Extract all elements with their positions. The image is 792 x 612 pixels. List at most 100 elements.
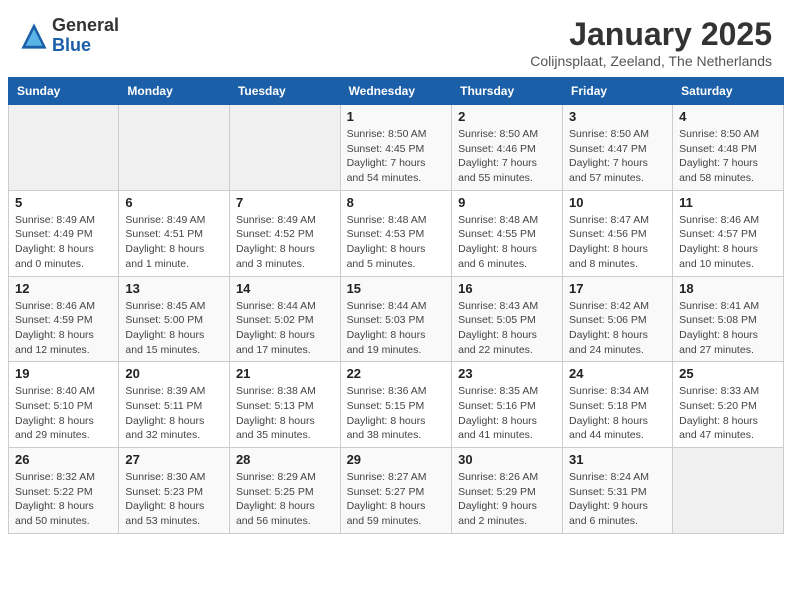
day-info: Sunrise: 8:44 AM Sunset: 5:03 PM Dayligh… [347, 299, 446, 358]
calendar-cell: 29 Sunrise: 8:27 AM Sunset: 5:27 PM Dayli… [340, 448, 452, 534]
day-info: Sunrise: 8:27 AM Sunset: 5:27 PM Dayligh… [347, 470, 446, 529]
day-info: Sunrise: 8:29 AM Sunset: 5:25 PM Dayligh… [236, 470, 334, 529]
calendar-week-row: 19 Sunrise: 8:40 AM Sunset: 5:10 PM Dayli… [9, 362, 784, 448]
day-number: 16 [458, 281, 556, 296]
calendar-cell [119, 105, 230, 191]
day-info: Sunrise: 8:50 AM Sunset: 4:48 PM Dayligh… [679, 127, 777, 186]
day-number: 28 [236, 452, 334, 467]
day-number: 20 [125, 366, 223, 381]
calendar-cell: 7Sunrise: 8:49 AM Sunset: 4:52 PM Daylig… [229, 190, 340, 276]
calendar-cell: 16 Sunrise: 8:43 AM Sunset: 5:05 PM Dayli… [452, 276, 563, 362]
calendar-cell: 5 Sunrise: 8:49 AM Sunset: 4:49 PM Daylig… [9, 190, 119, 276]
day-info: Sunrise: 8:34 AM Sunset: 5:18 PM Dayligh… [569, 384, 666, 443]
calendar-cell: 13 Sunrise: 8:45 AM Sunset: 5:00 PM Dayli… [119, 276, 230, 362]
day-number: 10 [569, 195, 666, 210]
calendar-cell: 20Sunrise: 8:39 AM Sunset: 5:11 PM Dayli… [119, 362, 230, 448]
day-info: Sunrise: 8:24 AM Sunset: 5:31 PM Dayligh… [569, 470, 666, 529]
logo-general-text: General [52, 16, 119, 36]
day-info: Sunrise: 8:46 AM Sunset: 4:57 PM Dayligh… [679, 213, 777, 272]
day-number: 8 [347, 195, 446, 210]
calendar-cell: 8 Sunrise: 8:48 AM Sunset: 4:53 PM Daylig… [340, 190, 452, 276]
day-info: Sunrise: 8:49 AM Sunset: 4:49 PM Dayligh… [15, 213, 112, 272]
day-number: 30 [458, 452, 556, 467]
day-info: Sunrise: 8:33 AM Sunset: 5:20 PM Dayligh… [679, 384, 777, 443]
day-number: 9 [458, 195, 556, 210]
day-info: Sunrise: 8:40 AM Sunset: 5:10 PM Dayligh… [15, 384, 112, 443]
day-number: 22 [347, 366, 446, 381]
day-number: 6 [125, 195, 223, 210]
day-number: 4 [679, 109, 777, 124]
weekday-header-sunday: Sunday [9, 78, 119, 105]
day-info: Sunrise: 8:50 AM Sunset: 4:47 PM Dayligh… [569, 127, 666, 186]
day-info: Sunrise: 8:38 AM Sunset: 5:13 PM Dayligh… [236, 384, 334, 443]
day-info: Sunrise: 8:45 AM Sunset: 5:00 PM Dayligh… [125, 299, 223, 358]
calendar-cell: 21 Sunrise: 8:38 AM Sunset: 5:13 PM Dayli… [229, 362, 340, 448]
day-number: 5 [15, 195, 112, 210]
day-info: Sunrise: 8:46 AM Sunset: 4:59 PM Dayligh… [15, 299, 112, 358]
title-block: January 2025 Colijnsplaat, Zeeland, The … [530, 16, 772, 69]
calendar-cell [673, 448, 784, 534]
day-number: 26 [15, 452, 112, 467]
calendar-table: SundayMondayTuesdayWednesdayThursdayFrid… [8, 77, 784, 534]
page-header: General Blue January 2025 Colijnsplaat, … [0, 0, 792, 77]
day-info: Sunrise: 8:48 AM Sunset: 4:55 PM Dayligh… [458, 213, 556, 272]
calendar-cell: 1 Sunrise: 8:50 AM Sunset: 4:45 PM Daylig… [340, 105, 452, 191]
day-number: 1 [347, 109, 446, 124]
day-info: Sunrise: 8:48 AM Sunset: 4:53 PM Dayligh… [347, 213, 446, 272]
calendar-cell: 3 Sunrise: 8:50 AM Sunset: 4:47 PM Daylig… [563, 105, 673, 191]
day-number: 19 [15, 366, 112, 381]
calendar-cell: 12Sunrise: 8:46 AM Sunset: 4:59 PM Dayli… [9, 276, 119, 362]
day-info: Sunrise: 8:30 AM Sunset: 5:23 PM Dayligh… [125, 470, 223, 529]
day-info: Sunrise: 8:49 AM Sunset: 4:51 PM Dayligh… [125, 213, 223, 272]
day-info: Sunrise: 8:26 AM Sunset: 5:29 PM Dayligh… [458, 470, 556, 529]
weekday-header-thursday: Thursday [452, 78, 563, 105]
day-number: 7 [236, 195, 334, 210]
calendar-header: SundayMondayTuesdayWednesdayThursdayFrid… [9, 78, 784, 105]
calendar-week-row: 12Sunrise: 8:46 AM Sunset: 4:59 PM Dayli… [9, 276, 784, 362]
day-number: 24 [569, 366, 666, 381]
day-number: 27 [125, 452, 223, 467]
calendar-cell: 4 Sunrise: 8:50 AM Sunset: 4:48 PM Daylig… [673, 105, 784, 191]
day-number: 2 [458, 109, 556, 124]
calendar-cell: 10 Sunrise: 8:47 AM Sunset: 4:56 PM Dayli… [563, 190, 673, 276]
day-info: Sunrise: 8:35 AM Sunset: 5:16 PM Dayligh… [458, 384, 556, 443]
calendar-cell: 28 Sunrise: 8:29 AM Sunset: 5:25 PM Dayli… [229, 448, 340, 534]
logo-blue-text: Blue [52, 36, 119, 56]
day-number: 21 [236, 366, 334, 381]
day-number: 15 [347, 281, 446, 296]
calendar-cell: 14Sunrise: 8:44 AM Sunset: 5:02 PM Dayli… [229, 276, 340, 362]
day-number: 18 [679, 281, 777, 296]
day-info: Sunrise: 8:43 AM Sunset: 5:05 PM Dayligh… [458, 299, 556, 358]
logo-icon [20, 22, 48, 50]
weekday-header-row: SundayMondayTuesdayWednesdayThursdayFrid… [9, 78, 784, 105]
weekday-header-monday: Monday [119, 78, 230, 105]
calendar-cell: 22Sunrise: 8:36 AM Sunset: 5:15 PM Dayli… [340, 362, 452, 448]
calendar-cell [229, 105, 340, 191]
calendar-cell: 9 Sunrise: 8:48 AM Sunset: 4:55 PM Daylig… [452, 190, 563, 276]
logo: General Blue [20, 16, 119, 56]
calendar-cell: 15 Sunrise: 8:44 AM Sunset: 5:03 PM Dayli… [340, 276, 452, 362]
day-number: 31 [569, 452, 666, 467]
calendar-cell [9, 105, 119, 191]
day-number: 3 [569, 109, 666, 124]
calendar-cell: 2 Sunrise: 8:50 AM Sunset: 4:46 PM Daylig… [452, 105, 563, 191]
calendar-container: SundayMondayTuesdayWednesdayThursdayFrid… [0, 77, 792, 542]
weekday-header-wednesday: Wednesday [340, 78, 452, 105]
day-info: Sunrise: 8:50 AM Sunset: 4:46 PM Dayligh… [458, 127, 556, 186]
calendar-week-row: 5 Sunrise: 8:49 AM Sunset: 4:49 PM Daylig… [9, 190, 784, 276]
weekday-header-friday: Friday [563, 78, 673, 105]
calendar-cell: 25Sunrise: 8:33 AM Sunset: 5:20 PM Dayli… [673, 362, 784, 448]
day-info: Sunrise: 8:32 AM Sunset: 5:22 PM Dayligh… [15, 470, 112, 529]
calendar-week-row: 1 Sunrise: 8:50 AM Sunset: 4:45 PM Daylig… [9, 105, 784, 191]
day-number: 11 [679, 195, 777, 210]
calendar-subtitle: Colijnsplaat, Zeeland, The Netherlands [530, 53, 772, 69]
calendar-cell: 26 Sunrise: 8:32 AM Sunset: 5:22 PM Dayli… [9, 448, 119, 534]
day-info: Sunrise: 8:50 AM Sunset: 4:45 PM Dayligh… [347, 127, 446, 186]
day-number: 13 [125, 281, 223, 296]
calendar-body: 1 Sunrise: 8:50 AM Sunset: 4:45 PM Daylig… [9, 105, 784, 534]
day-number: 29 [347, 452, 446, 467]
day-number: 23 [458, 366, 556, 381]
day-info: Sunrise: 8:47 AM Sunset: 4:56 PM Dayligh… [569, 213, 666, 272]
calendar-week-row: 26 Sunrise: 8:32 AM Sunset: 5:22 PM Dayli… [9, 448, 784, 534]
day-number: 17 [569, 281, 666, 296]
